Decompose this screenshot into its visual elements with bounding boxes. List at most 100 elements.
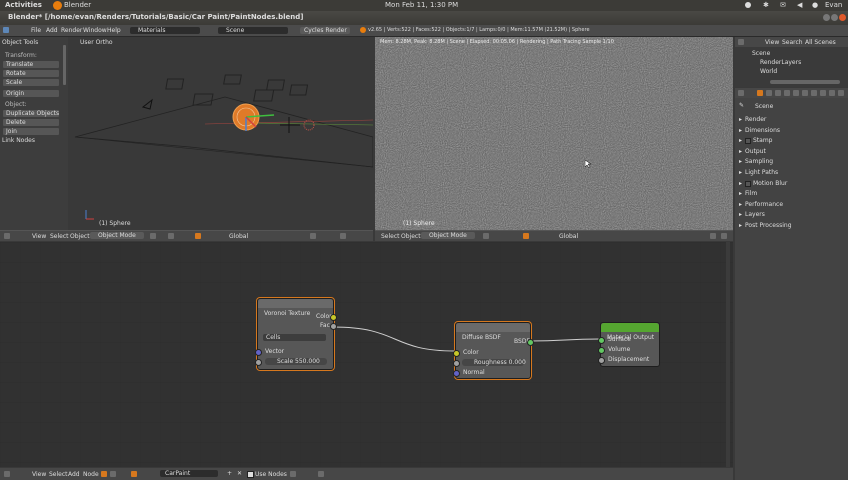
render-icon[interactable]: [721, 233, 727, 239]
node-view-menu[interactable]: View: [32, 472, 46, 478]
select-menu[interactable]: Select: [381, 234, 400, 240]
texture-tab-icon[interactable]: [820, 90, 826, 96]
pin-icon[interactable]: ✎: [739, 103, 744, 109]
node-editor-scrollbar[interactable]: [726, 242, 730, 467]
render-tab-icon[interactable]: [757, 90, 763, 96]
close-icon[interactable]: [839, 14, 846, 21]
outliner-item-renderlayers[interactable]: RenderLayers: [760, 60, 801, 66]
menu-add[interactable]: Add: [46, 28, 58, 34]
diffuse-color-socket[interactable]: [453, 350, 460, 357]
mode-selector[interactable]: Object Mode: [90, 232, 144, 239]
material-tab-icon[interactable]: [811, 90, 817, 96]
node-add-menu[interactable]: Add: [68, 472, 80, 478]
voronoi-texture-node[interactable]: Voronoi Texture Color Fac Cells Vector S…: [255, 298, 337, 370]
voronoi-fac-socket[interactable]: [330, 323, 337, 330]
network-icon[interactable]: [745, 2, 751, 8]
menu-window[interactable]: Window: [83, 28, 107, 34]
manipulator-icon[interactable]: [523, 233, 529, 239]
object-icon[interactable]: [131, 471, 137, 477]
shading-icon[interactable]: [483, 233, 489, 239]
link-nodes-heading[interactable]: Link Nodes: [2, 138, 35, 144]
panel-checkbox[interactable]: [745, 138, 751, 145]
panel-checkbox[interactable]: [745, 180, 751, 187]
node-node-menu[interactable]: Node: [83, 472, 99, 478]
snap-icon[interactable]: [340, 233, 346, 239]
voronoi-vector-socket[interactable]: [255, 349, 262, 356]
editor-type-icon[interactable]: [738, 90, 744, 96]
layers-tab-icon[interactable]: [766, 90, 772, 96]
modifiers-tab-icon[interactable]: [802, 90, 808, 96]
material-output-node[interactable]: Material Output Surface Volume Displacem…: [598, 322, 660, 367]
voronoi-node-header[interactable]: Voronoi Texture: [258, 299, 333, 317]
output-node-header[interactable]: Material Output: [601, 323, 659, 341]
outliner-item-scene[interactable]: Scene: [752, 51, 770, 57]
zoom-icon[interactable]: [318, 471, 324, 477]
world-tab-icon[interactable]: [784, 90, 790, 96]
diffuse-normal-socket[interactable]: [453, 370, 460, 377]
voronoi-scale-field[interactable]: Scale 550.000: [265, 358, 327, 365]
diffuse-bsdf-socket[interactable]: [527, 339, 534, 346]
user-name[interactable]: Evan: [825, 2, 842, 9]
physics-tab-icon[interactable]: [838, 90, 844, 96]
object-menu[interactable]: Object: [70, 234, 90, 240]
scale-button[interactable]: Scale: [3, 79, 59, 86]
origin-button[interactable]: Origin: [3, 90, 59, 97]
voronoi-scale-socket[interactable]: [255, 359, 262, 366]
manipulator-icon[interactable]: [195, 233, 201, 239]
duplicate-objects-button[interactable]: Duplicate Objects: [3, 110, 59, 117]
output-displacement-socket[interactable]: [598, 357, 605, 364]
mail-icon[interactable]: ✉: [780, 2, 786, 9]
join-button[interactable]: Join: [3, 128, 59, 135]
voronoi-color-socket[interactable]: [330, 314, 337, 321]
new-material-icon[interactable]: +: [227, 471, 232, 477]
delete-button[interactable]: Delete: [3, 119, 59, 126]
particles-tab-icon[interactable]: [829, 90, 835, 96]
shader-nodes-icon[interactable]: [101, 471, 107, 477]
outliner-view-menu[interactable]: View: [765, 40, 779, 46]
diffuse-roughness-field[interactable]: Roughness 0.000: [462, 359, 526, 366]
scene-tab-icon[interactable]: [775, 90, 781, 96]
voronoi-coloring-select[interactable]: Cells: [263, 334, 326, 341]
diffuse-bsdf-node[interactable]: Diffuse BSDF BSDF Color Roughness 0.000 …: [453, 322, 534, 379]
shelf-scrollbar[interactable]: [63, 45, 66, 85]
editor-type-icon[interactable]: [4, 471, 10, 477]
pause-icon[interactable]: [710, 233, 716, 239]
outliner-scrollbar[interactable]: [770, 80, 840, 84]
object-tools-heading[interactable]: Object Tools: [2, 40, 38, 46]
bluetooth-icon[interactable]: ✱: [763, 2, 769, 9]
menu-render[interactable]: Render: [61, 28, 82, 34]
mode-selector[interactable]: Object Mode: [421, 232, 475, 239]
diffuse-roughness-socket[interactable]: [453, 360, 460, 367]
app-menu[interactable]: Blender: [64, 2, 91, 9]
menu-help[interactable]: Help: [107, 28, 121, 34]
screen-selector[interactable]: Materials: [130, 27, 200, 34]
shading-icon[interactable]: [150, 233, 156, 239]
object-tab-icon[interactable]: [793, 90, 799, 96]
clock[interactable]: Mon Feb 11, 1:30 PM: [385, 2, 458, 9]
menu-file[interactable]: File: [31, 28, 41, 34]
material-selector[interactable]: CarPaint: [160, 470, 218, 477]
use-nodes-checkbox[interactable]: [247, 471, 254, 478]
pivot-icon[interactable]: [168, 233, 174, 239]
render-preview[interactable]: Mem: 8.28M, Peak: 8.28M | Scene | Elapse…: [375, 37, 733, 230]
outliner-search-menu[interactable]: Search: [782, 40, 803, 46]
translate-button[interactable]: Translate: [3, 61, 59, 68]
render-engine-select[interactable]: Cycles Render: [300, 27, 350, 34]
volume-icon[interactable]: ◀: [797, 2, 802, 9]
output-volume-socket[interactable]: [598, 347, 605, 354]
editor-type-icon[interactable]: [738, 39, 744, 45]
unlink-material-icon[interactable]: ✕: [237, 471, 242, 477]
layer-icon[interactable]: [310, 233, 316, 239]
editor-type-icon[interactable]: [4, 233, 10, 239]
select-menu[interactable]: Select: [50, 234, 69, 240]
maximize-icon[interactable]: [831, 14, 838, 21]
scene-selector[interactable]: Scene: [218, 27, 288, 34]
node-select-menu[interactable]: Select: [49, 472, 68, 478]
rotate-button[interactable]: Rotate: [3, 70, 59, 77]
editor-type-icon[interactable]: [3, 27, 9, 33]
view-menu[interactable]: View: [32, 234, 46, 240]
orientation-label[interactable]: Global: [229, 234, 248, 240]
backdrop-icon[interactable]: [290, 471, 296, 477]
diffuse-node-header[interactable]: Diffuse BSDF: [456, 323, 530, 341]
composite-nodes-icon[interactable]: [110, 471, 116, 477]
